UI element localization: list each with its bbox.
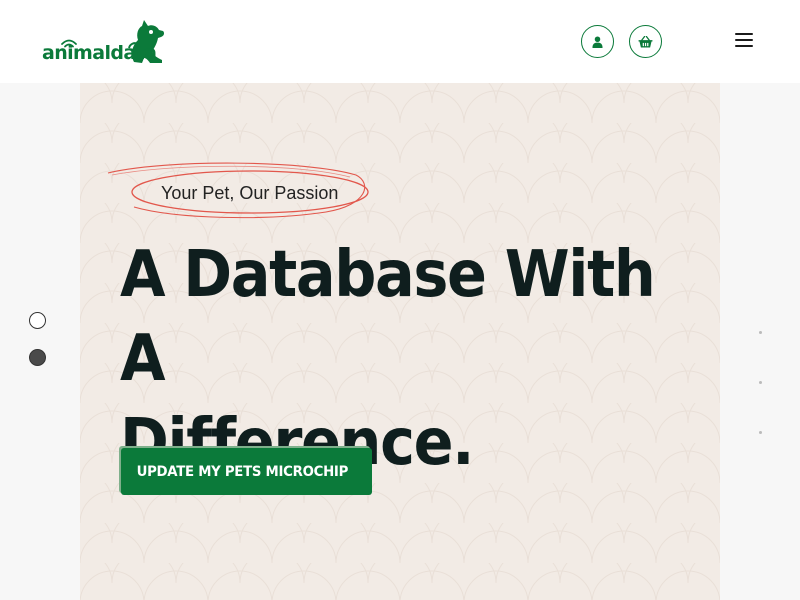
headline-line-1: A Database With A <box>120 238 656 396</box>
decorative-dot <box>759 381 762 384</box>
update-microchip-button-label: UPDATE MY PETS MICROCHIP <box>136 463 349 480</box>
menu-bar-middle <box>735 39 753 41</box>
logo-word-animal: animal <box>42 42 111 64</box>
tagline-badge: Your Pet, Our Passion <box>106 161 370 221</box>
basket-icon <box>638 35 653 48</box>
site-header: animaldata <box>0 0 800 83</box>
account-button[interactable] <box>581 25 614 58</box>
user-icon <box>592 36 603 48</box>
update-microchip-button[interactable]: UPDATE MY PETS MICROCHIP <box>121 448 372 495</box>
hamburger-menu-icon[interactable] <box>733 31 755 49</box>
menu-bar-bottom <box>735 45 753 47</box>
logo-word-data: data <box>110 42 157 64</box>
tagline-text: Your Pet, Our Passion <box>161 183 339 203</box>
menu-bar-top <box>735 33 753 35</box>
logo-wordmark: animaldata <box>42 42 157 64</box>
hero-section: Your Pet, Our Passion A Database With A … <box>80 83 720 600</box>
decorative-dot <box>759 331 762 334</box>
animaldata-logo[interactable]: animaldata <box>42 18 166 66</box>
basket-button[interactable] <box>629 25 662 58</box>
decorative-dot <box>759 431 762 434</box>
slider-dot-1[interactable] <box>29 312 46 329</box>
slider-dot-2-active[interactable] <box>29 349 46 366</box>
